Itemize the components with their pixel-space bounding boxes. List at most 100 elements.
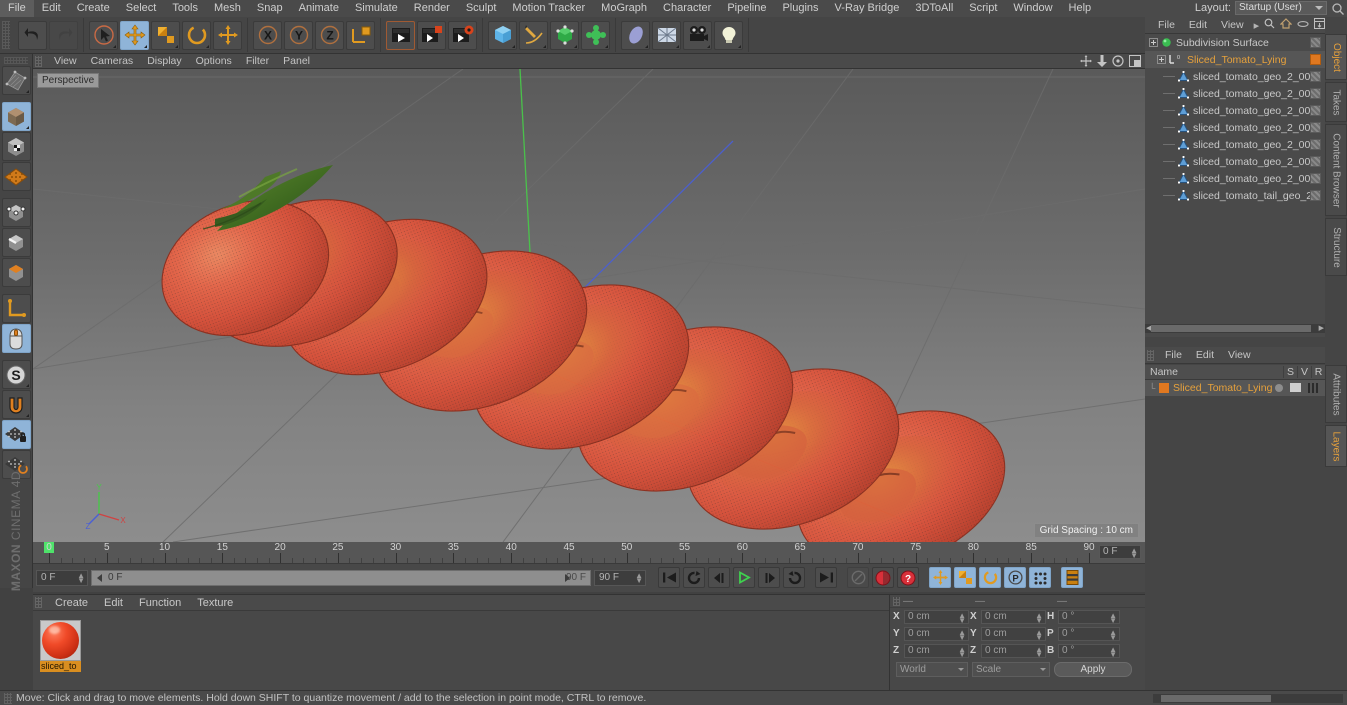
material-menu-edit[interactable]: Edit: [96, 597, 131, 609]
viewport-menu-cameras[interactable]: Cameras: [84, 54, 141, 68]
layer-color-swatch[interactable]: [1159, 383, 1169, 393]
menu-item-window[interactable]: Window: [1005, 0, 1060, 17]
keyframe-selection-button[interactable]: ?: [897, 567, 919, 588]
viewport-menu-panel[interactable]: Panel: [276, 54, 317, 68]
camera-button[interactable]: [683, 20, 712, 50]
axis-lock-y-button[interactable]: Y: [284, 20, 313, 50]
previous-keyframe-button[interactable]: [683, 567, 705, 588]
object-tag-icon[interactable]: [1310, 156, 1321, 167]
menu-item-edit[interactable]: Edit: [34, 0, 69, 17]
rotate-tool-button[interactable]: [182, 20, 211, 50]
layer-row[interactable]: └ Sliced_Tomato_Lying: [1145, 380, 1325, 396]
material-menu-create[interactable]: Create: [47, 597, 96, 609]
scale-tool-button[interactable]: [151, 20, 180, 50]
generator-button[interactable]: [550, 20, 579, 50]
object-tag-icon[interactable]: [1310, 54, 1321, 65]
orbit-icon[interactable]: [1112, 55, 1124, 70]
object-menu-edit[interactable]: Edit: [1182, 19, 1214, 31]
texture-mode-icon[interactable]: [1, 132, 31, 161]
sliced-tomato-model[interactable]: [33, 69, 1145, 542]
live-selection-button[interactable]: [89, 20, 118, 50]
scrollbar-thumb[interactable]: [1161, 695, 1271, 702]
viewport-mode-icon[interactable]: [1, 324, 31, 353]
object-tree-row[interactable]: sliced_tomato_geo_2_003: [1145, 68, 1325, 85]
sidebar-tab-takes[interactable]: Takes: [1325, 82, 1347, 122]
make-editable-icon[interactable]: [1, 66, 31, 95]
scene-object-button[interactable]: [621, 20, 650, 50]
object-tree-row[interactable]: 0 Sliced_Tomato_Lying: [1145, 51, 1325, 68]
object-menu-file[interactable]: File: [1151, 19, 1182, 31]
object-tag-icon[interactable]: [1310, 88, 1321, 99]
point-level-animation-button[interactable]: [1029, 567, 1051, 588]
object-menu-view[interactable]: View: [1214, 19, 1251, 31]
model-mode-icon[interactable]: [1, 102, 31, 131]
viewport-menu-view[interactable]: View: [47, 54, 84, 68]
menu-item-character[interactable]: Character: [655, 0, 719, 17]
object-tag-icon[interactable]: [1310, 105, 1321, 116]
toolbar-grip[interactable]: [2, 21, 10, 49]
magnet-icon[interactable]: [1, 390, 31, 419]
cube-primitive-button[interactable]: [488, 20, 517, 50]
object-tree-row[interactable]: sliced_tomato_geo_2_007: [1145, 119, 1325, 136]
next-keyframe-button[interactable]: [783, 567, 805, 588]
object-tag-icon[interactable]: [1310, 37, 1321, 48]
timeline-ruler[interactable]: 0 5 10 15 20 25 30 35 40 45 50 55 60 65 70 75 80 85 90 0 F…: [33, 542, 1145, 564]
render-settings-button[interactable]: [448, 20, 477, 50]
range-end-handle-icon[interactable]: [565, 573, 570, 582]
material-preview[interactable]: [40, 620, 81, 661]
menu-item-simulate[interactable]: Simulate: [347, 0, 406, 17]
menu-item-3dtoall[interactable]: 3DToAll: [907, 0, 961, 17]
step-forward-button[interactable]: [758, 567, 780, 588]
enable-snap-icon[interactable]: S: [1, 360, 31, 389]
parameter-key-button[interactable]: P: [1004, 567, 1026, 588]
stepper-icon[interactable]: ▲ ▼: [635, 571, 643, 584]
record-active-objects-button[interactable]: [847, 567, 869, 588]
coord-mode-dropdown[interactable]: Scale: [972, 662, 1050, 677]
material-menu-texture[interactable]: Texture: [189, 597, 241, 609]
apply-button[interactable]: Apply: [1054, 662, 1132, 677]
rotation-b-field[interactable]: 0 ° ▲ ▼: [1058, 643, 1120, 658]
autokeying-button[interactable]: [872, 567, 894, 588]
layer-menu-edit[interactable]: Edit: [1189, 349, 1221, 361]
go-to-start-button[interactable]: [658, 567, 680, 588]
menu-item-pipeline[interactable]: Pipeline: [719, 0, 774, 17]
viewport-menu-options[interactable]: Options: [189, 54, 239, 68]
go-to-end-button[interactable]: [815, 567, 837, 588]
layer-solo-toggle[interactable]: [1275, 384, 1283, 392]
layout-dropdown[interactable]: Startup (User): [1235, 1, 1327, 15]
menu-item-plugins[interactable]: Plugins: [774, 0, 826, 17]
menu-item-select[interactable]: Select: [118, 0, 165, 17]
spline-pen-button[interactable]: [519, 20, 548, 50]
layers-icon[interactable]: [1314, 18, 1326, 32]
position-x-field[interactable]: 0 cm ▲ ▼: [904, 609, 969, 624]
axis-mode-icon[interactable]: [1, 294, 31, 323]
axis-lock-z-button[interactable]: Z: [315, 20, 344, 50]
rotation-h-field[interactable]: 0 ° ▲ ▼: [1058, 609, 1120, 624]
expand-collapse-icon[interactable]: [1157, 55, 1166, 64]
stepper-icon[interactable]: ▲ ▼: [1130, 547, 1138, 560]
pan-icon[interactable]: [1080, 55, 1092, 70]
object-tag-icon[interactable]: [1310, 173, 1321, 184]
position-z-field[interactable]: 0 cm ▲ ▼: [904, 643, 969, 658]
menu-item-animate[interactable]: Animate: [291, 0, 347, 17]
scrollbar-thumb[interactable]: [1151, 325, 1311, 332]
sidebar-tab-layers[interactable]: Layers: [1325, 425, 1347, 467]
step-back-button[interactable]: [708, 567, 730, 588]
horizontal-scrollbar[interactable]: [1153, 694, 1343, 703]
scale-key-button[interactable]: [954, 567, 976, 588]
status-bar-grip[interactable]: [4, 692, 12, 704]
menu-item-help[interactable]: Help: [1061, 0, 1100, 17]
object-tag-icon[interactable]: [1310, 122, 1321, 133]
axis-lock-x-button[interactable]: X: [253, 20, 282, 50]
play-button[interactable]: [733, 567, 755, 588]
menu-item-tools[interactable]: Tools: [164, 0, 206, 17]
material-manager-grip[interactable]: [35, 597, 42, 608]
sidebar-tab-object[interactable]: Object: [1325, 34, 1347, 80]
preview-end-field[interactable]: 90 F ▲ ▼: [594, 569, 646, 586]
array-button[interactable]: [652, 20, 681, 50]
workplane-lock-icon[interactable]: [1, 420, 31, 449]
menu-item-render[interactable]: Render: [406, 0, 458, 17]
timeline-layout-button[interactable]: [1061, 567, 1083, 588]
render-to-picture-viewer-button[interactable]: [417, 20, 446, 50]
material-item[interactable]: sliced_to: [40, 620, 81, 672]
